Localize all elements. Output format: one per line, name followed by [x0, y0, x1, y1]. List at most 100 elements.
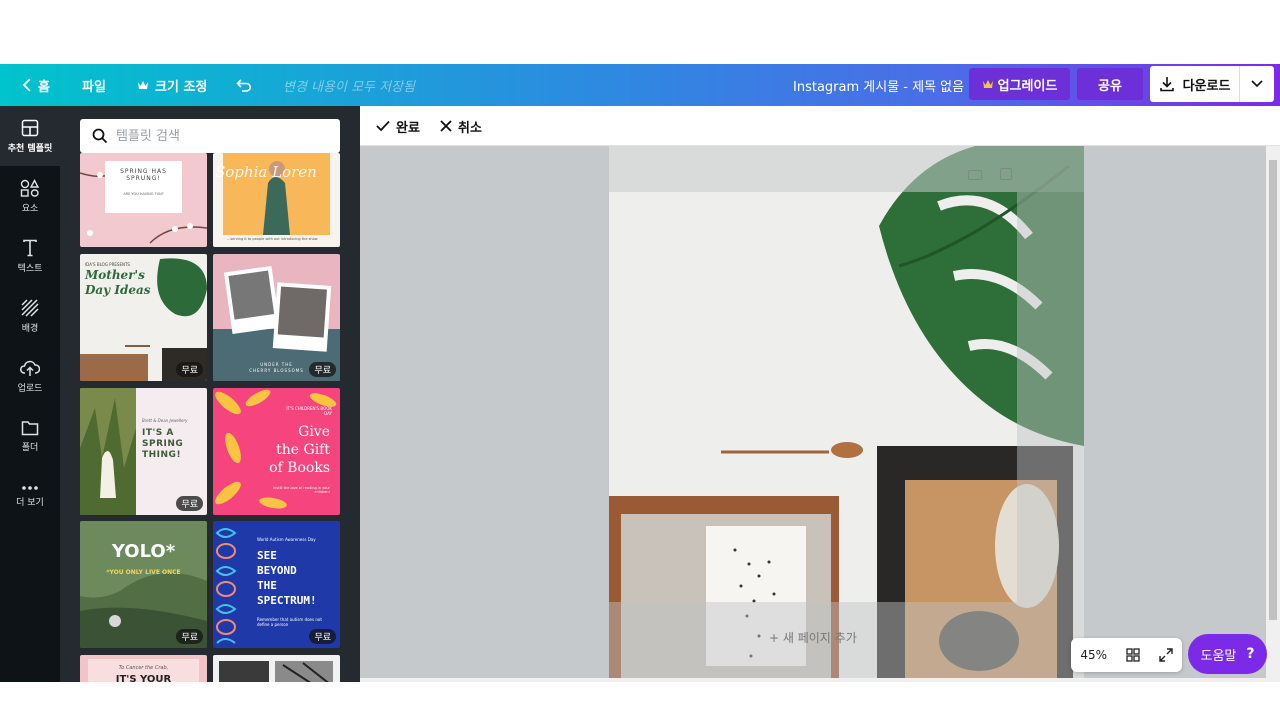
rail-label: 폴더	[21, 442, 39, 453]
file-menu-button[interactable]: 파일	[82, 64, 106, 106]
search-icon	[92, 128, 108, 144]
rail-label: 업로드	[17, 383, 43, 394]
copy-page-icon[interactable]	[1000, 168, 1012, 180]
chevron-down-icon	[1251, 80, 1263, 88]
rail-label: 요소	[21, 203, 39, 214]
rail-label: 배경	[21, 323, 39, 334]
search-input[interactable]	[116, 128, 326, 144]
template-title: Sophia Loren	[215, 163, 317, 181]
template-title: BEYOND	[257, 564, 297, 577]
horizontal-scrollbar[interactable]	[360, 678, 1266, 682]
design-photo[interactable]: + 새 페이지 추가	[609, 146, 1084, 678]
upgrade-label: 업그레이드	[997, 78, 1058, 94]
resize-label: 크기 조정	[155, 79, 208, 95]
polaroid-frame	[223, 265, 281, 335]
save-status: 변경 내용이 모두 저장됨	[283, 80, 415, 95]
text-icon	[23, 239, 37, 256]
template-title: SPRING HAS	[120, 168, 167, 175]
template-subtitle: ARE YOU HAVING FUN?	[123, 192, 164, 196]
check-icon	[376, 120, 390, 132]
download-label: 다운로드	[1182, 78, 1231, 94]
add-page-button[interactable]: + 새 페이지 추가	[769, 629, 857, 646]
template-title: IT'S A	[142, 428, 174, 438]
top-bar: 홈 파일 크기 조정 변경 내용이 모두 저장됨 Instagram 게시물 -…	[0, 64, 1280, 106]
template-thumbnail[interactable]: IDA'S BLOG PRESENTS Mother's Day Ideas 무…	[80, 254, 207, 381]
scrollbar-thumb[interactable]	[1269, 160, 1277, 620]
free-badge: 무료	[309, 629, 336, 644]
help-button[interactable]: 도움말 ?	[1188, 634, 1267, 674]
done-button[interactable]: 완료	[376, 106, 420, 146]
template-thumbnail[interactable]: World Autism Awareness Day SEE BEYOND TH…	[213, 521, 340, 648]
polaroid-frame	[272, 282, 332, 352]
template-title: Mother's	[85, 268, 145, 282]
home-label: 홈	[38, 79, 50, 95]
template-title: of Books	[269, 460, 330, 476]
template-search[interactable]	[80, 119, 340, 153]
comment-icon[interactable]	[968, 170, 982, 180]
fullscreen-icon[interactable]	[1158, 648, 1173, 662]
template-kicker: IDA'S BLOG PRESENTS	[85, 262, 130, 267]
template-title: the Gift	[276, 442, 330, 458]
template-kicker: World Autism Awareness Day	[257, 537, 316, 542]
template-title: Day Ideas	[85, 283, 151, 297]
template-thumbnail[interactable]: UNDER THE CHERRY BLOSSOMS 무료	[213, 254, 340, 381]
crown-icon	[138, 81, 148, 89]
share-label: 공유	[1098, 78, 1122, 94]
help-icon: ?	[1246, 646, 1255, 662]
undo-icon	[236, 79, 251, 92]
page-margin-overlay	[1017, 192, 1084, 678]
rail-item-upload[interactable]: 업로드	[0, 346, 60, 406]
template-thumbnail[interactable]: IT'S CHILDREN'S BOOK DAY Give the Gift o…	[213, 388, 340, 515]
template-thumbnail[interactable]: Brett & Dean Jewellery IT'S A SPRING THI…	[80, 388, 207, 515]
card: SPRING HAS SPRUNG! ARE YOU HAVING FUN?	[105, 161, 182, 213]
free-badge: 무료	[309, 362, 336, 377]
resize-button[interactable]: 크기 조정	[137, 64, 207, 106]
help-label: 도움말	[1200, 648, 1237, 664]
document-title[interactable]: Instagram 게시물 - 제목 없음	[793, 76, 964, 95]
template-thumbnail[interactable]: YOLO* *YOU ONLY LIVE ONCE 무료	[80, 521, 207, 648]
rail-item-elements[interactable]: 요소	[0, 166, 60, 226]
template-subtitle: *YOU ONLY LIVE ONCE	[106, 569, 181, 576]
bw-photo-image	[219, 661, 333, 682]
plants-photo-image	[80, 388, 136, 515]
download-button-group: 다운로드	[1150, 66, 1274, 102]
more-icon	[22, 485, 38, 490]
upgrade-button[interactable]: 업그레이드	[969, 68, 1070, 100]
cancel-button[interactable]: 취소	[440, 106, 482, 146]
template-thumbnail[interactable]: SPRING HAS SPRUNG! ARE YOU HAVING FUN?	[80, 153, 207, 247]
monstera-still-life-image	[609, 146, 1084, 678]
rail-item-folder[interactable]: 폴더	[0, 406, 60, 466]
rail-item-templates[interactable]: 추천 템플릿	[0, 106, 60, 166]
template-panel: SPRING HAS SPRUNG! ARE YOU HAVING FUN? S…	[60, 106, 360, 682]
elements-icon	[20, 178, 40, 197]
template-title: THING!	[142, 450, 182, 460]
zoom-controls: 45%	[1071, 638, 1182, 672]
template-thumbnail[interactable]: To Cancer the Crab, IT'S YOUR	[80, 655, 207, 682]
template-thumbnail[interactable]: Sophia Loren ...serving it to people wit…	[213, 153, 340, 247]
download-button[interactable]: 다운로드	[1150, 66, 1240, 102]
home-button[interactable]: 홈	[22, 64, 50, 106]
undo-button[interactable]	[236, 64, 254, 106]
close-icon	[440, 120, 452, 132]
template-kicker: To Cancer the Crab,	[118, 665, 169, 671]
grid-view-icon[interactable]	[1126, 648, 1140, 662]
share-button[interactable]: 공유	[1077, 68, 1143, 100]
design-canvas-area: + 새 페이지 추가	[360, 146, 1266, 678]
template-title: SPRING	[142, 439, 184, 449]
rail-label: 텍스트	[17, 263, 43, 274]
rail-item-text[interactable]: 텍스트	[0, 226, 60, 286]
template-title: Give	[298, 424, 330, 440]
file-label: 파일	[82, 79, 106, 95]
folder-icon	[21, 420, 39, 435]
template-title: SEE	[257, 549, 277, 562]
template-subtitle: Instill the love of reading in your chil…	[273, 486, 330, 494]
template-thumbnail[interactable]	[213, 655, 340, 682]
side-rail: 추천 템플릿 요소 텍스트 배경 업로드 폴더 더 보기	[0, 106, 60, 682]
zoom-level[interactable]: 45%	[1080, 648, 1107, 662]
vertical-scrollbar[interactable]	[1266, 146, 1280, 682]
rail-item-background[interactable]: 배경	[0, 286, 60, 346]
download-options-button[interactable]	[1240, 66, 1274, 102]
rail-item-more[interactable]: 더 보기	[0, 466, 60, 526]
page-header-overlay	[609, 146, 1084, 192]
template-kicker: Brett & Dean Jewellery	[142, 418, 188, 423]
